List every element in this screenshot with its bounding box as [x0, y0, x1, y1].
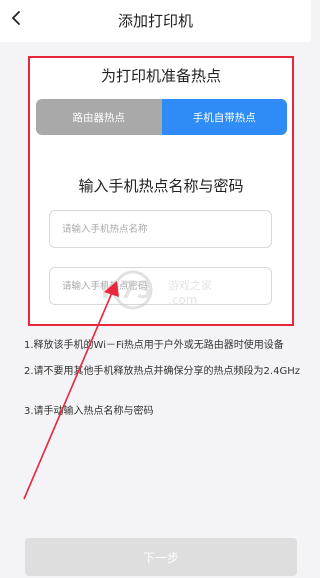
card-title: 为打印机准备热点 — [100, 67, 221, 85]
tab-phone-hotspot[interactable]: 手机自带热点 — [161, 99, 287, 135]
next-step-button[interactable]: 下一步 — [25, 538, 297, 576]
tab-router-hotspot[interactable]: 路由器热点 — [36, 99, 162, 135]
hotspot-type-tabs: 路由器热点 手机自带热点 — [36, 99, 287, 135]
instruction-1: 1.释放该手机的Wi－Fi热点用于户外或无路由器时使用设备 — [24, 340, 284, 351]
hotspot-password-input[interactable] — [49, 267, 272, 305]
section-title: 输入手机热点名称与密码 — [78, 177, 244, 195]
hotspot-name-input[interactable] — [49, 210, 272, 248]
hotspot-setup-card: 为打印机准备热点 路由器热点 手机自带热点 输入手机热点名称与密码 — [28, 56, 294, 326]
app-header: 添加打印机 — [0, 0, 311, 42]
instruction-2: 2.请不要用其他手机释放热点并确保分享的热点频段为2.4GHz — [24, 366, 300, 377]
instruction-3: 3.请手动输入热点名称与密码 — [24, 406, 154, 417]
page-title: 添加打印机 — [117, 12, 193, 30]
